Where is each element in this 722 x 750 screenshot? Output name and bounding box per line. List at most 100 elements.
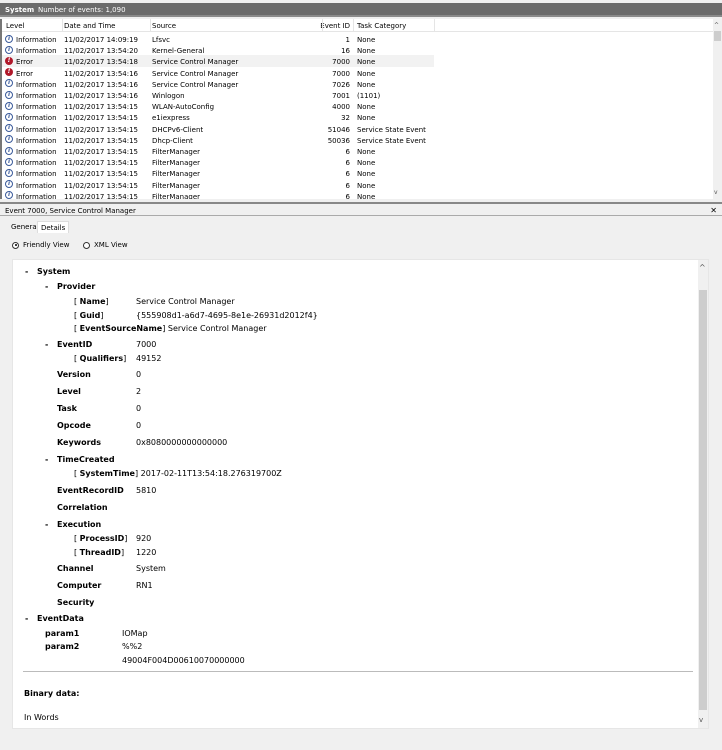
table-row[interactable]: i Information 11/02/2017 13:54:15 e1iexp… xyxy=(2,111,434,122)
cell-task: None xyxy=(357,181,376,190)
event-count: Number of events: 1,090 xyxy=(38,6,126,14)
collapse-execution[interactable]: - xyxy=(45,520,48,529)
cell-source: FilterManager xyxy=(152,148,201,156)
cell-task: None xyxy=(357,58,376,67)
event-pane-title: Event 7000, Service Control Manager xyxy=(5,207,136,215)
table-row[interactable]: i Information 11/02/2017 14:09:19 Lfsvc … xyxy=(2,33,434,44)
cell-event-id: 51046 xyxy=(327,125,350,134)
friendly-view-radio[interactable]: Friendly View xyxy=(12,241,69,249)
xml-view-radio[interactable]: XML View xyxy=(83,241,128,249)
cell-date: 11/02/2017 13:54:16 xyxy=(64,80,139,89)
cell-date: 11/02/2017 13:54:15 xyxy=(64,181,139,190)
task-value: 0 xyxy=(136,404,142,413)
guid-key: [ Guid] xyxy=(74,311,104,320)
details-scrollbar[interactable]: ^ v xyxy=(698,260,708,728)
cell-event-id: 6 xyxy=(345,159,350,168)
info-icon: i xyxy=(5,112,13,121)
collapse-provider[interactable]: - xyxy=(45,282,48,291)
info-icon: i xyxy=(5,157,13,166)
execution-node: Execution xyxy=(57,520,102,529)
cell-level: Information xyxy=(16,159,57,168)
param2-key: param2 xyxy=(45,642,80,651)
scroll-down-icon[interactable]: v xyxy=(699,716,703,724)
cell-level: Information xyxy=(16,47,57,56)
systemtime-key: [ SystemTime] 2017-02-11T13:54:18.276319… xyxy=(74,469,282,478)
events-table[interactable]: Level Date and Time Source Event ID Task… xyxy=(0,19,722,199)
column-level[interactable]: Level xyxy=(6,22,24,30)
cell-task: None xyxy=(357,47,376,56)
opcode-value: 0 xyxy=(136,421,142,430)
recordid-value: 5810 xyxy=(136,486,157,495)
table-row[interactable]: i Information 11/02/2017 13:54:20 Kernel… xyxy=(2,44,434,55)
table-row[interactable]: i Information 11/02/2017 13:54:16 Winlog… xyxy=(2,89,434,100)
cell-task: None xyxy=(357,148,376,156)
correlation-key: Correlation xyxy=(57,503,108,512)
version-value: 0 xyxy=(136,370,142,379)
table-row[interactable]: i Information 11/02/2017 13:54:15 Filter… xyxy=(2,179,434,190)
scroll-down-icon[interactable]: v xyxy=(714,189,718,196)
in-words-label[interactable]: In Words xyxy=(24,713,59,722)
cell-date: 11/02/2017 13:54:15 xyxy=(64,136,139,145)
processid-value: 920 xyxy=(136,534,152,543)
cell-task: None xyxy=(357,36,376,44)
qualifiers-key: [ Qualifiers] xyxy=(74,354,127,363)
cell-source: Service Control Manager xyxy=(152,69,239,78)
table-row[interactable]: ! Error 11/02/2017 13:54:16 Service Cont… xyxy=(2,67,434,78)
cell-level: Error xyxy=(16,69,34,78)
cell-level: Information xyxy=(16,125,57,134)
cell-level: Information xyxy=(16,114,57,123)
scroll-thumb[interactable] xyxy=(714,31,721,41)
channel-key: Channel xyxy=(57,564,94,573)
level-value: 2 xyxy=(136,387,142,396)
qualifiers-value: 49152 xyxy=(136,354,162,363)
column-event-id[interactable]: Event ID xyxy=(282,22,350,30)
table-row[interactable]: ! Error 11/02/2017 13:54:18 Service Cont… xyxy=(2,55,434,67)
error-icon: ! xyxy=(5,56,13,65)
table-row[interactable]: i Information 11/02/2017 13:54:15 WLAN-A… xyxy=(2,100,434,111)
collapse-eventdata[interactable]: - xyxy=(25,614,28,623)
tab-details[interactable]: Details xyxy=(37,221,70,233)
table-row[interactable]: i Information 11/02/2017 13:54:15 Filter… xyxy=(2,145,434,156)
cell-source: FilterManager xyxy=(152,170,201,179)
opcode-key: Opcode xyxy=(57,421,91,430)
close-icon[interactable]: ✕ xyxy=(710,206,717,215)
cell-level: Information xyxy=(16,192,57,199)
scroll-up-icon[interactable]: ^ xyxy=(714,22,719,29)
eventid-key: EventID xyxy=(57,340,93,349)
info-icon: i xyxy=(5,90,13,99)
column-task-category[interactable]: Task Category xyxy=(357,22,406,30)
table-row[interactable]: i Information 11/02/2017 13:54:15 Filter… xyxy=(2,190,434,199)
table-row[interactable]: i Information 11/02/2017 13:54:16 Servic… xyxy=(2,78,434,89)
friendly-view-label: Friendly View xyxy=(23,241,70,249)
channel-value: System xyxy=(136,564,166,573)
scroll-thumb[interactable] xyxy=(699,290,707,710)
table-row[interactable]: i Information 11/02/2017 13:54:15 Filter… xyxy=(2,156,434,167)
level-key: Level xyxy=(57,387,81,396)
cell-event-id: 6 xyxy=(345,170,350,179)
info-icon: i xyxy=(5,168,13,177)
info-icon: i xyxy=(5,101,13,110)
cell-task: Service State Event xyxy=(357,125,426,134)
column-source[interactable]: Source xyxy=(152,22,176,30)
collapse-system[interactable]: - xyxy=(25,267,28,276)
cell-source: Winlogon xyxy=(152,92,185,100)
info-icon: i xyxy=(5,191,13,199)
table-scrollbar[interactable]: ^ v xyxy=(713,19,722,199)
keywords-value: 0x8080000000000000 xyxy=(136,438,228,447)
cell-event-id: 4000 xyxy=(332,103,350,112)
info-icon: i xyxy=(5,180,13,189)
table-row[interactable]: i Information 11/02/2017 13:54:15 Filter… xyxy=(2,167,434,178)
scroll-up-icon[interactable]: ^ xyxy=(699,263,706,272)
task-key: Task xyxy=(57,404,77,413)
column-date[interactable]: Date and Time xyxy=(64,22,115,30)
table-row[interactable]: i Information 11/02/2017 13:54:15 Dhcp-C… xyxy=(2,134,434,145)
cell-task: Service State Event xyxy=(357,136,426,145)
cell-source: DHCPv6-Client xyxy=(152,125,204,134)
collapse-eventid[interactable]: - xyxy=(45,340,48,349)
eventdata-node: EventData xyxy=(37,614,84,623)
table-row[interactable]: i Information 11/02/2017 13:54:15 DHCPv6… xyxy=(2,123,434,134)
collapse-timecreated[interactable]: - xyxy=(45,455,48,464)
error-icon: ! xyxy=(5,68,13,77)
log-name: System xyxy=(5,6,35,14)
version-key: Version xyxy=(57,370,91,379)
